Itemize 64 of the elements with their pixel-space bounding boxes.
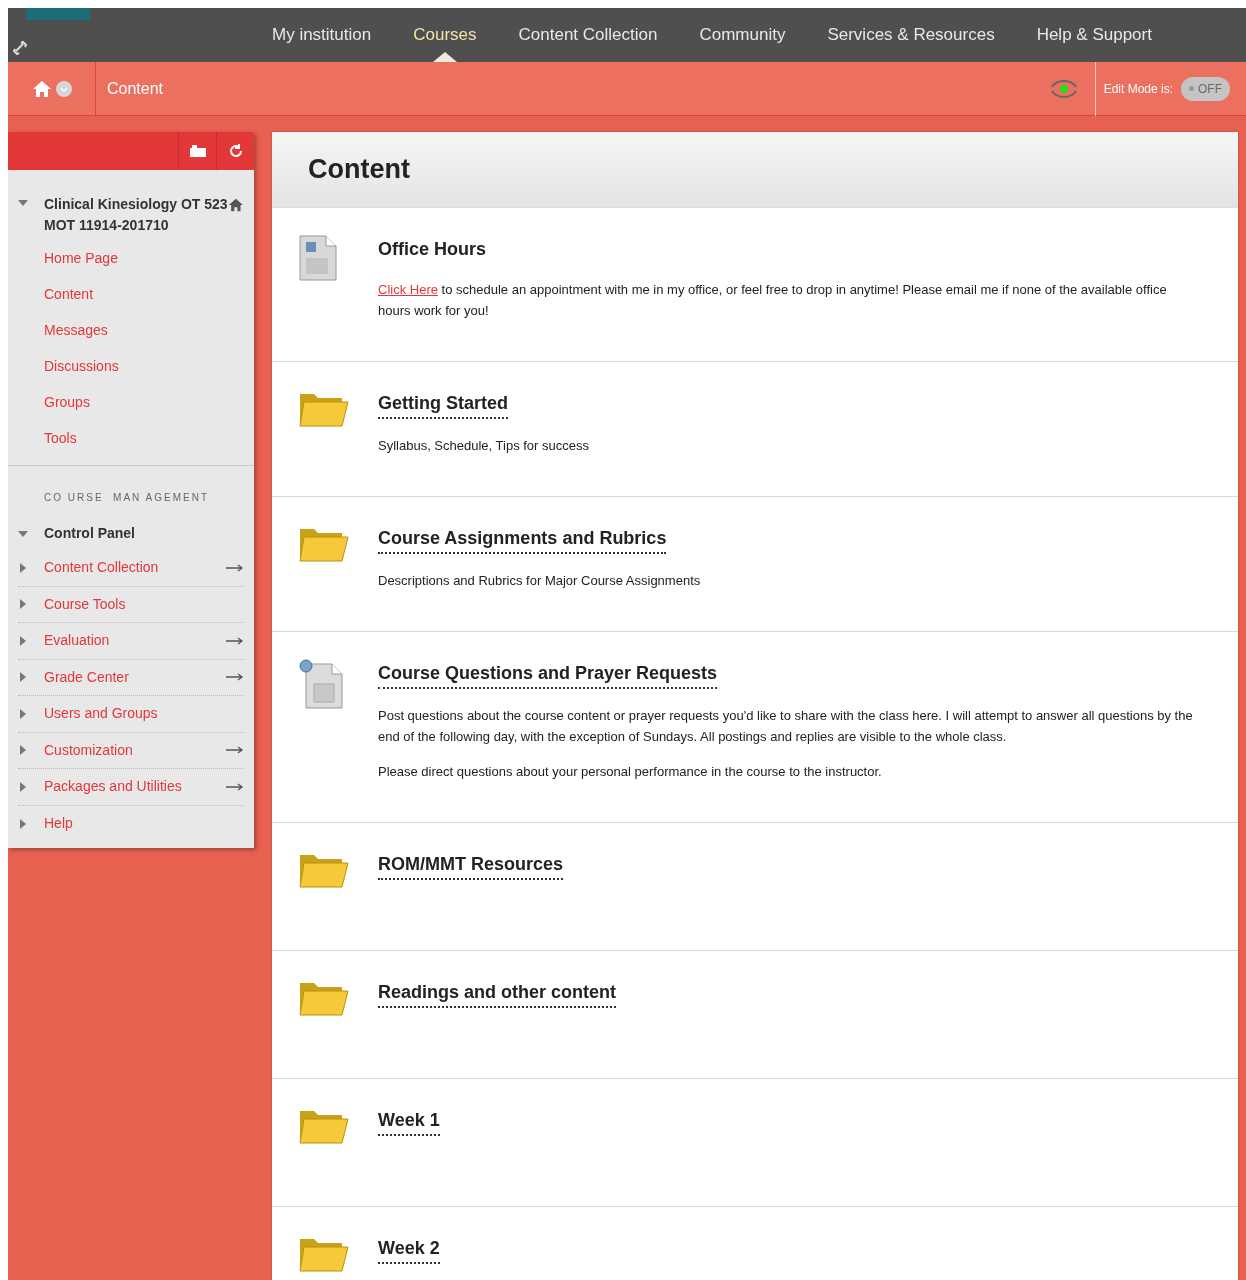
course-menu-link[interactable]: Home Page [44,248,118,269]
section-heading: CO URSE MAN AGEMENT [43,491,210,505]
nav-tab[interactable]: Community [678,8,807,62]
expand-triangle-icon[interactable] [18,708,28,719]
item-description: Descriptions and Rubrics for Major Course Assignments [378,572,701,590]
arrow-right-icon[interactable] [226,673,244,682]
item-title-link[interactable]: Course Assignments and Rubrics [378,525,667,554]
control-panel-link[interactable]: Evaluation [44,630,210,652]
collapse-triangle-icon[interactable] [18,198,28,208]
item-heading: Office Hours [378,238,487,261]
control-panel-link[interactable]: Content Collection [44,557,210,579]
expand-triangle-icon[interactable] [18,672,28,683]
expand-triangle-icon[interactable] [18,562,28,573]
click-here-link[interactable]: Click Here [378,282,438,297]
expand-triangle-icon[interactable] [18,599,28,610]
nav-tab[interactable]: My institution [251,8,393,62]
expand-triangle-icon[interactable] [18,635,28,646]
arrow-right-icon[interactable] [226,746,244,755]
collapse-triangle-icon[interactable] [18,528,28,539]
logo-ribbon [26,8,90,20]
item-description: Click Here to schedule an appointment with me in my office, or feel free to drop in anytime! Please email me if none of the available office hours work for you! [378,281,1168,320]
nav-tab[interactable]: Services & Resources [806,8,1016,62]
course-title: Clinical Kinesiology OT 523 MOT 11914-201710 [44,195,229,235]
item-title-link[interactable]: Readings and other content [378,979,617,1008]
course-menu-link[interactable]: Discussions [44,356,119,377]
course-menu-link[interactable]: Content [44,284,94,305]
refresh-icon [228,144,243,158]
arrow-right-icon[interactable] [226,782,244,791]
expand-triangle-icon[interactable] [18,781,28,792]
item-title-link[interactable]: Course Questions and Prayer Requests [378,660,718,689]
arrow-right-icon[interactable] [226,563,244,572]
item-title-link[interactable]: Week 2 [378,1235,440,1264]
expand-triangle-icon[interactable] [18,818,28,829]
control-panel-link[interactable]: Packages and Utilities [44,776,210,798]
control-panel-label: Control Panel [44,524,135,543]
breadcrumb-current: Content [107,78,164,99]
discussion-document-icon [298,658,344,710]
course-menu-link[interactable]: Groups [44,392,90,413]
chevron-circle-icon[interactable] [55,80,72,97]
item-description: Syllabus, Schedule, Tips for success [378,437,589,455]
control-panel-link[interactable]: Users and Groups [44,703,244,725]
item-title-link[interactable]: Getting Started [378,390,508,419]
control-panel-link[interactable]: Course Tools [44,593,244,615]
nav-tab[interactable]: Help & Support [1015,8,1173,62]
course-menu-link[interactable]: Messages [44,320,108,341]
document-icon [298,234,338,282]
course-menu-link[interactable]: Tools [44,428,77,449]
eye-refresh-icon[interactable] [1048,77,1079,100]
item-description: Please direct questions about your personal performance in the course to the instructor. [378,763,883,781]
item-title-link[interactable]: Week 1 [378,1107,440,1136]
folder-view-icon [188,144,207,158]
control-panel-link[interactable]: Grade Center [44,666,210,688]
nav-tab[interactable]: Content Collection [497,8,679,62]
page-title: Content [308,153,410,187]
edit-mode-label: Edit Mode is: [1103,80,1173,98]
item-description: Post questions about the course content or prayer requests you'd like to share with the class here. I will attempt to answer all questions by the end of the following day, with the exception of Sundays. All postings and replies are visible to the whole class. [378,707,1194,746]
home-icon[interactable] [31,79,52,98]
edit-mode-toggle[interactable]: OFF [1181,76,1230,101]
home-icon[interactable] [228,198,244,212]
item-title-link[interactable]: ROM/MMT Resources [378,851,564,880]
control-panel-link[interactable]: Customization [44,739,210,761]
expand-triangle-icon[interactable] [18,745,28,756]
arrow-right-icon[interactable] [226,636,244,645]
control-panel-link[interactable]: Help [44,813,244,835]
